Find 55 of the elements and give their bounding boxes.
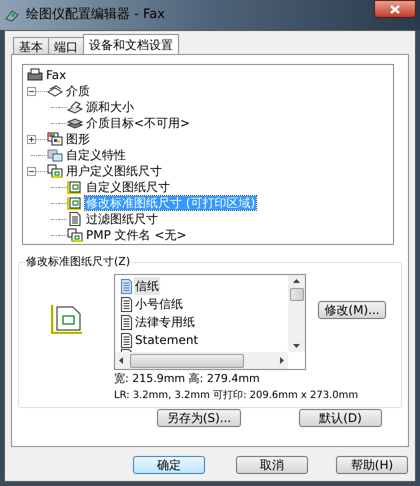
tab[interactable]: 端口 xyxy=(48,37,84,54)
paper-sizes-icon xyxy=(47,164,63,178)
document-icon xyxy=(121,349,132,352)
tree-item[interactable]: 用户定义图纸尺寸 xyxy=(65,164,163,178)
tree-item[interactable]: 过滤图纸尺寸 xyxy=(85,212,159,226)
tree-item[interactable]: PMP 文件名 <无> xyxy=(85,228,188,242)
ruler-page-icon xyxy=(50,304,82,334)
tree-item[interactable]: 源和大小 xyxy=(85,100,135,114)
tree-item[interactable]: 图形 xyxy=(65,132,91,146)
horizontal-scrollbar[interactable] xyxy=(115,352,288,369)
document-icon xyxy=(67,212,83,226)
size-info: 宽: 215.9mm 高: 279.4mm xyxy=(114,372,261,386)
paper-stack-icon xyxy=(67,116,83,130)
dialog-button[interactable]: 默认(D) xyxy=(299,409,382,427)
scroll-thumb[interactable] xyxy=(290,288,304,301)
list-item[interactable]: 小号信纸 xyxy=(134,295,184,313)
scroll-right-icon[interactable] xyxy=(280,357,284,364)
ruler-page-icon xyxy=(67,196,83,210)
list-item[interactable]: Statement xyxy=(134,331,200,349)
paper-tray-icon xyxy=(67,100,83,114)
scroll-up-icon[interactable] xyxy=(293,279,300,283)
close-icon xyxy=(390,4,400,14)
paper-stack-icon xyxy=(47,84,63,98)
close-button[interactable] xyxy=(374,0,416,18)
vertical-scrollbar[interactable] xyxy=(288,275,305,352)
dialog-button[interactable]: 确定 xyxy=(133,456,205,474)
ruler-page-icon xyxy=(67,180,83,194)
group-title: 修改标准图纸尺寸(Z) xyxy=(24,255,132,269)
dialog-button[interactable]: 另存为(S)... xyxy=(157,409,241,427)
tree-item[interactable]: Fax xyxy=(45,68,68,82)
tree-item[interactable]: 自定义特性 xyxy=(65,148,127,162)
tree-item[interactable]: 介质 xyxy=(65,84,91,98)
dialog-button[interactable]: 取消 xyxy=(236,456,308,474)
expander-icon[interactable] xyxy=(27,166,36,176)
margin-info: LR: 3.2mm, 3.2mm 可打印: 209.6mm x 273.0mm xyxy=(114,389,360,402)
expander-icon[interactable] xyxy=(27,134,36,144)
tab[interactable]: 基本 xyxy=(13,37,49,54)
document-icon xyxy=(121,278,132,294)
scroll-down-icon[interactable] xyxy=(293,344,300,348)
dialog-button[interactable]: 帮助(H) xyxy=(336,456,408,474)
document-icon xyxy=(121,296,132,312)
tree-item[interactable]: 介质目标<不可用> xyxy=(85,116,192,130)
list-item[interactable]: 信纸 xyxy=(134,277,160,295)
paper-sizes-icon xyxy=(67,228,83,242)
printer-icon xyxy=(27,68,43,82)
tab[interactable]: 设备和文档设置 xyxy=(83,34,179,54)
scroll-left-icon[interactable] xyxy=(119,357,123,364)
scroll-thumb[interactable] xyxy=(130,354,244,368)
window-title: 绘图仪配置编辑器 - Fax xyxy=(26,6,165,24)
expander-icon[interactable] xyxy=(27,86,36,96)
tree-item[interactable]: 自定义图纸尺寸 xyxy=(85,180,171,194)
dialog-button[interactable]: 修改(M)... xyxy=(318,301,386,319)
image-window-icon xyxy=(47,132,63,146)
document-icon xyxy=(121,314,132,330)
list-item[interactable]: 法律专用纸 xyxy=(134,313,196,331)
